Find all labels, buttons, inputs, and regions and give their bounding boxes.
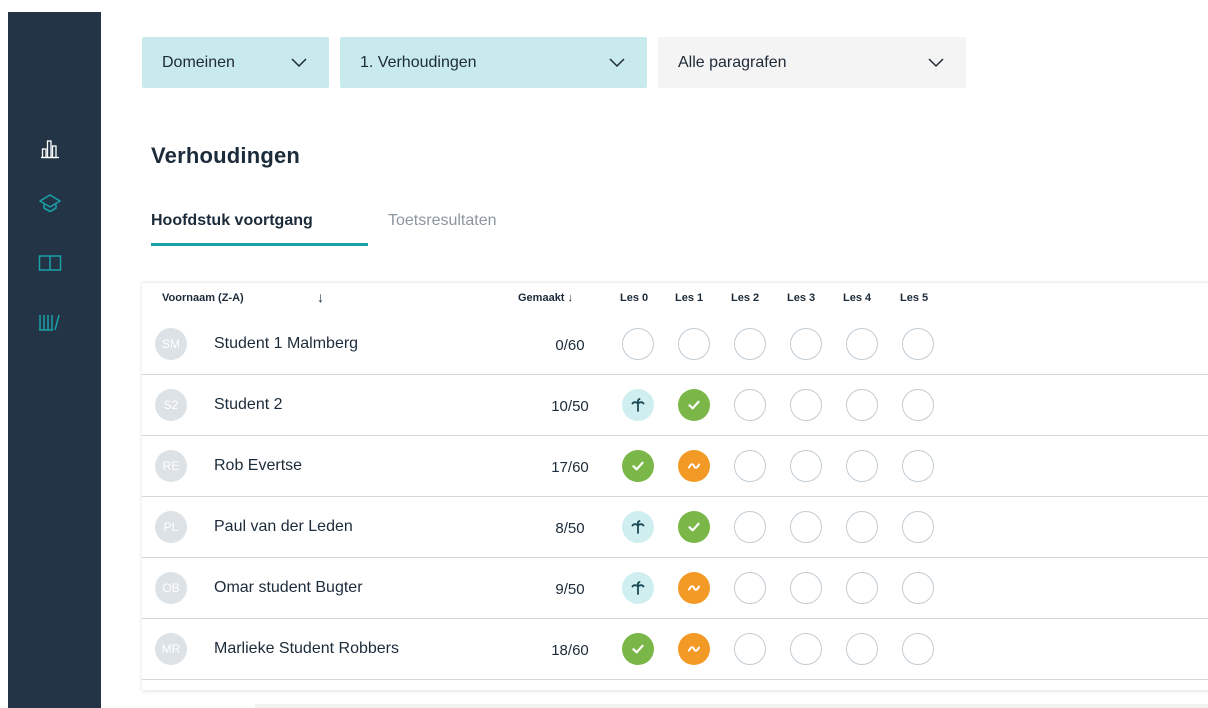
lesson-empty-circle-icon[interactable] bbox=[846, 328, 878, 360]
tab-test-results[interactable]: Toetsresultaten bbox=[388, 212, 497, 230]
page-title: Verhoudingen bbox=[151, 143, 301, 168]
table-row[interactable]: MR Marlieke Student Robbers 18/60 bbox=[142, 619, 1208, 680]
lesson-empty-circle-icon[interactable] bbox=[846, 389, 878, 421]
student-name[interactable]: Omar student Bugter bbox=[214, 579, 363, 597]
student-progress-table: Voornaam (Z-A) ↓ Gemaakt ↓ Les 0 Les 1 L… bbox=[142, 282, 1208, 690]
active-tab-indicator bbox=[151, 243, 368, 246]
table-row[interactable]: S2 Student 2 10/50 bbox=[142, 375, 1208, 436]
lesson-empty-circle-icon[interactable] bbox=[790, 511, 822, 543]
chevron-down-icon bbox=[291, 57, 307, 67]
lesson-partial-icon[interactable] bbox=[678, 572, 710, 604]
paragraph-dropdown-label: Alle paragrafen bbox=[678, 53, 787, 71]
lesson-empty-circle-icon[interactable] bbox=[902, 328, 934, 360]
made-count: 10/50 bbox=[551, 398, 589, 415]
avatar: RE bbox=[155, 450, 187, 482]
table-row[interactable]: SM Student 1 Malmberg 0/60 bbox=[142, 314, 1208, 375]
made-count: 18/60 bbox=[551, 642, 589, 659]
avatar: S2 bbox=[155, 389, 187, 421]
avatar: MR bbox=[155, 633, 187, 665]
lesson-empty-circle-icon[interactable] bbox=[902, 572, 934, 604]
made-count: 0/60 bbox=[555, 337, 585, 354]
lesson-empty-circle-icon[interactable] bbox=[734, 389, 766, 421]
lesson-empty-circle-icon[interactable] bbox=[734, 328, 766, 360]
lesson-empty-circle-icon[interactable] bbox=[734, 450, 766, 482]
book-icon[interactable] bbox=[38, 251, 62, 275]
lesson-empty-circle-icon[interactable] bbox=[902, 450, 934, 482]
lesson-empty-circle-icon[interactable] bbox=[678, 328, 710, 360]
domain-dropdown-label: Domeinen bbox=[162, 53, 235, 71]
lesson-empty-circle-icon[interactable] bbox=[846, 511, 878, 543]
column-header-les-2: Les 2 bbox=[731, 292, 760, 304]
student-name[interactable]: Student 1 Malmberg bbox=[214, 335, 358, 353]
lesson-empty-circle-icon[interactable] bbox=[902, 389, 934, 421]
student-name[interactable]: Student 2 bbox=[214, 396, 283, 414]
made-count: 9/50 bbox=[555, 581, 585, 598]
lesson-palm-tree-icon[interactable] bbox=[622, 389, 654, 421]
lesson-empty-circle-icon[interactable] bbox=[790, 572, 822, 604]
column-header-les-3: Les 3 bbox=[787, 292, 816, 304]
graduation-cap-icon[interactable] bbox=[38, 191, 62, 215]
avatar: OB bbox=[155, 572, 187, 604]
lesson-empty-circle-icon[interactable] bbox=[846, 633, 878, 665]
chapter-dropdown-label: 1. Verhoudingen bbox=[360, 53, 477, 71]
column-header-made[interactable]: Gemaakt ↓ bbox=[518, 292, 573, 304]
domain-dropdown[interactable]: Domeinen bbox=[142, 37, 329, 88]
lesson-completed-check-icon[interactable] bbox=[622, 450, 654, 482]
column-header-les-5: Les 5 bbox=[900, 292, 929, 304]
lesson-palm-tree-icon[interactable] bbox=[622, 572, 654, 604]
student-name[interactable]: Paul van der Leden bbox=[214, 518, 353, 536]
avatar: SM bbox=[155, 328, 187, 360]
library-icon[interactable] bbox=[38, 310, 62, 334]
lesson-completed-check-icon[interactable] bbox=[622, 633, 654, 665]
row-divider bbox=[142, 679, 1208, 680]
chevron-down-icon bbox=[928, 57, 944, 67]
lesson-empty-circle-icon[interactable] bbox=[846, 572, 878, 604]
lesson-empty-circle-icon[interactable] bbox=[790, 450, 822, 482]
column-header-les-0: Les 0 bbox=[620, 292, 649, 304]
chapter-dropdown[interactable]: 1. Verhoudingen bbox=[340, 37, 647, 88]
lesson-empty-circle-icon[interactable] bbox=[790, 633, 822, 665]
lesson-empty-circle-icon[interactable] bbox=[790, 328, 822, 360]
tab-chapter-progress[interactable]: Hoofdstuk voortgang bbox=[151, 212, 313, 230]
column-header-les-4: Les 4 bbox=[843, 292, 872, 304]
lesson-empty-circle-icon[interactable] bbox=[734, 511, 766, 543]
lesson-partial-icon[interactable] bbox=[678, 450, 710, 482]
lesson-empty-circle-icon[interactable] bbox=[846, 450, 878, 482]
avatar: PL bbox=[155, 511, 187, 543]
made-count: 17/60 bbox=[551, 459, 589, 476]
sort-arrow-icon[interactable]: ↓ bbox=[317, 289, 324, 305]
table-row[interactable]: OB Omar student Bugter 9/50 bbox=[142, 558, 1208, 619]
lesson-empty-circle-icon[interactable] bbox=[790, 389, 822, 421]
chevron-down-icon bbox=[609, 57, 625, 67]
student-name[interactable]: Rob Evertse bbox=[214, 457, 302, 475]
student-name[interactable]: Marlieke Student Robbers bbox=[214, 640, 399, 658]
sidebar bbox=[8, 12, 101, 708]
table-row[interactable]: PL Paul van der Leden 8/50 bbox=[142, 497, 1208, 558]
lesson-empty-circle-icon[interactable] bbox=[622, 328, 654, 360]
horizontal-scrollbar[interactable] bbox=[255, 704, 1208, 708]
column-header-name[interactable]: Voornaam (Z-A) bbox=[162, 292, 244, 304]
column-header-les-1: Les 1 bbox=[675, 292, 704, 304]
lesson-partial-icon[interactable] bbox=[678, 633, 710, 665]
lesson-empty-circle-icon[interactable] bbox=[734, 572, 766, 604]
made-count: 8/50 bbox=[555, 520, 585, 537]
lesson-empty-circle-icon[interactable] bbox=[902, 511, 934, 543]
lesson-empty-circle-icon[interactable] bbox=[902, 633, 934, 665]
lesson-completed-check-icon[interactable] bbox=[678, 511, 710, 543]
paragraph-dropdown[interactable]: Alle paragrafen bbox=[658, 37, 966, 88]
lesson-palm-tree-icon[interactable] bbox=[622, 511, 654, 543]
table-row[interactable]: RE Rob Evertse 17/60 bbox=[142, 436, 1208, 497]
lesson-completed-check-icon[interactable] bbox=[678, 389, 710, 421]
lesson-empty-circle-icon[interactable] bbox=[734, 633, 766, 665]
bar-chart-icon[interactable] bbox=[38, 136, 62, 160]
